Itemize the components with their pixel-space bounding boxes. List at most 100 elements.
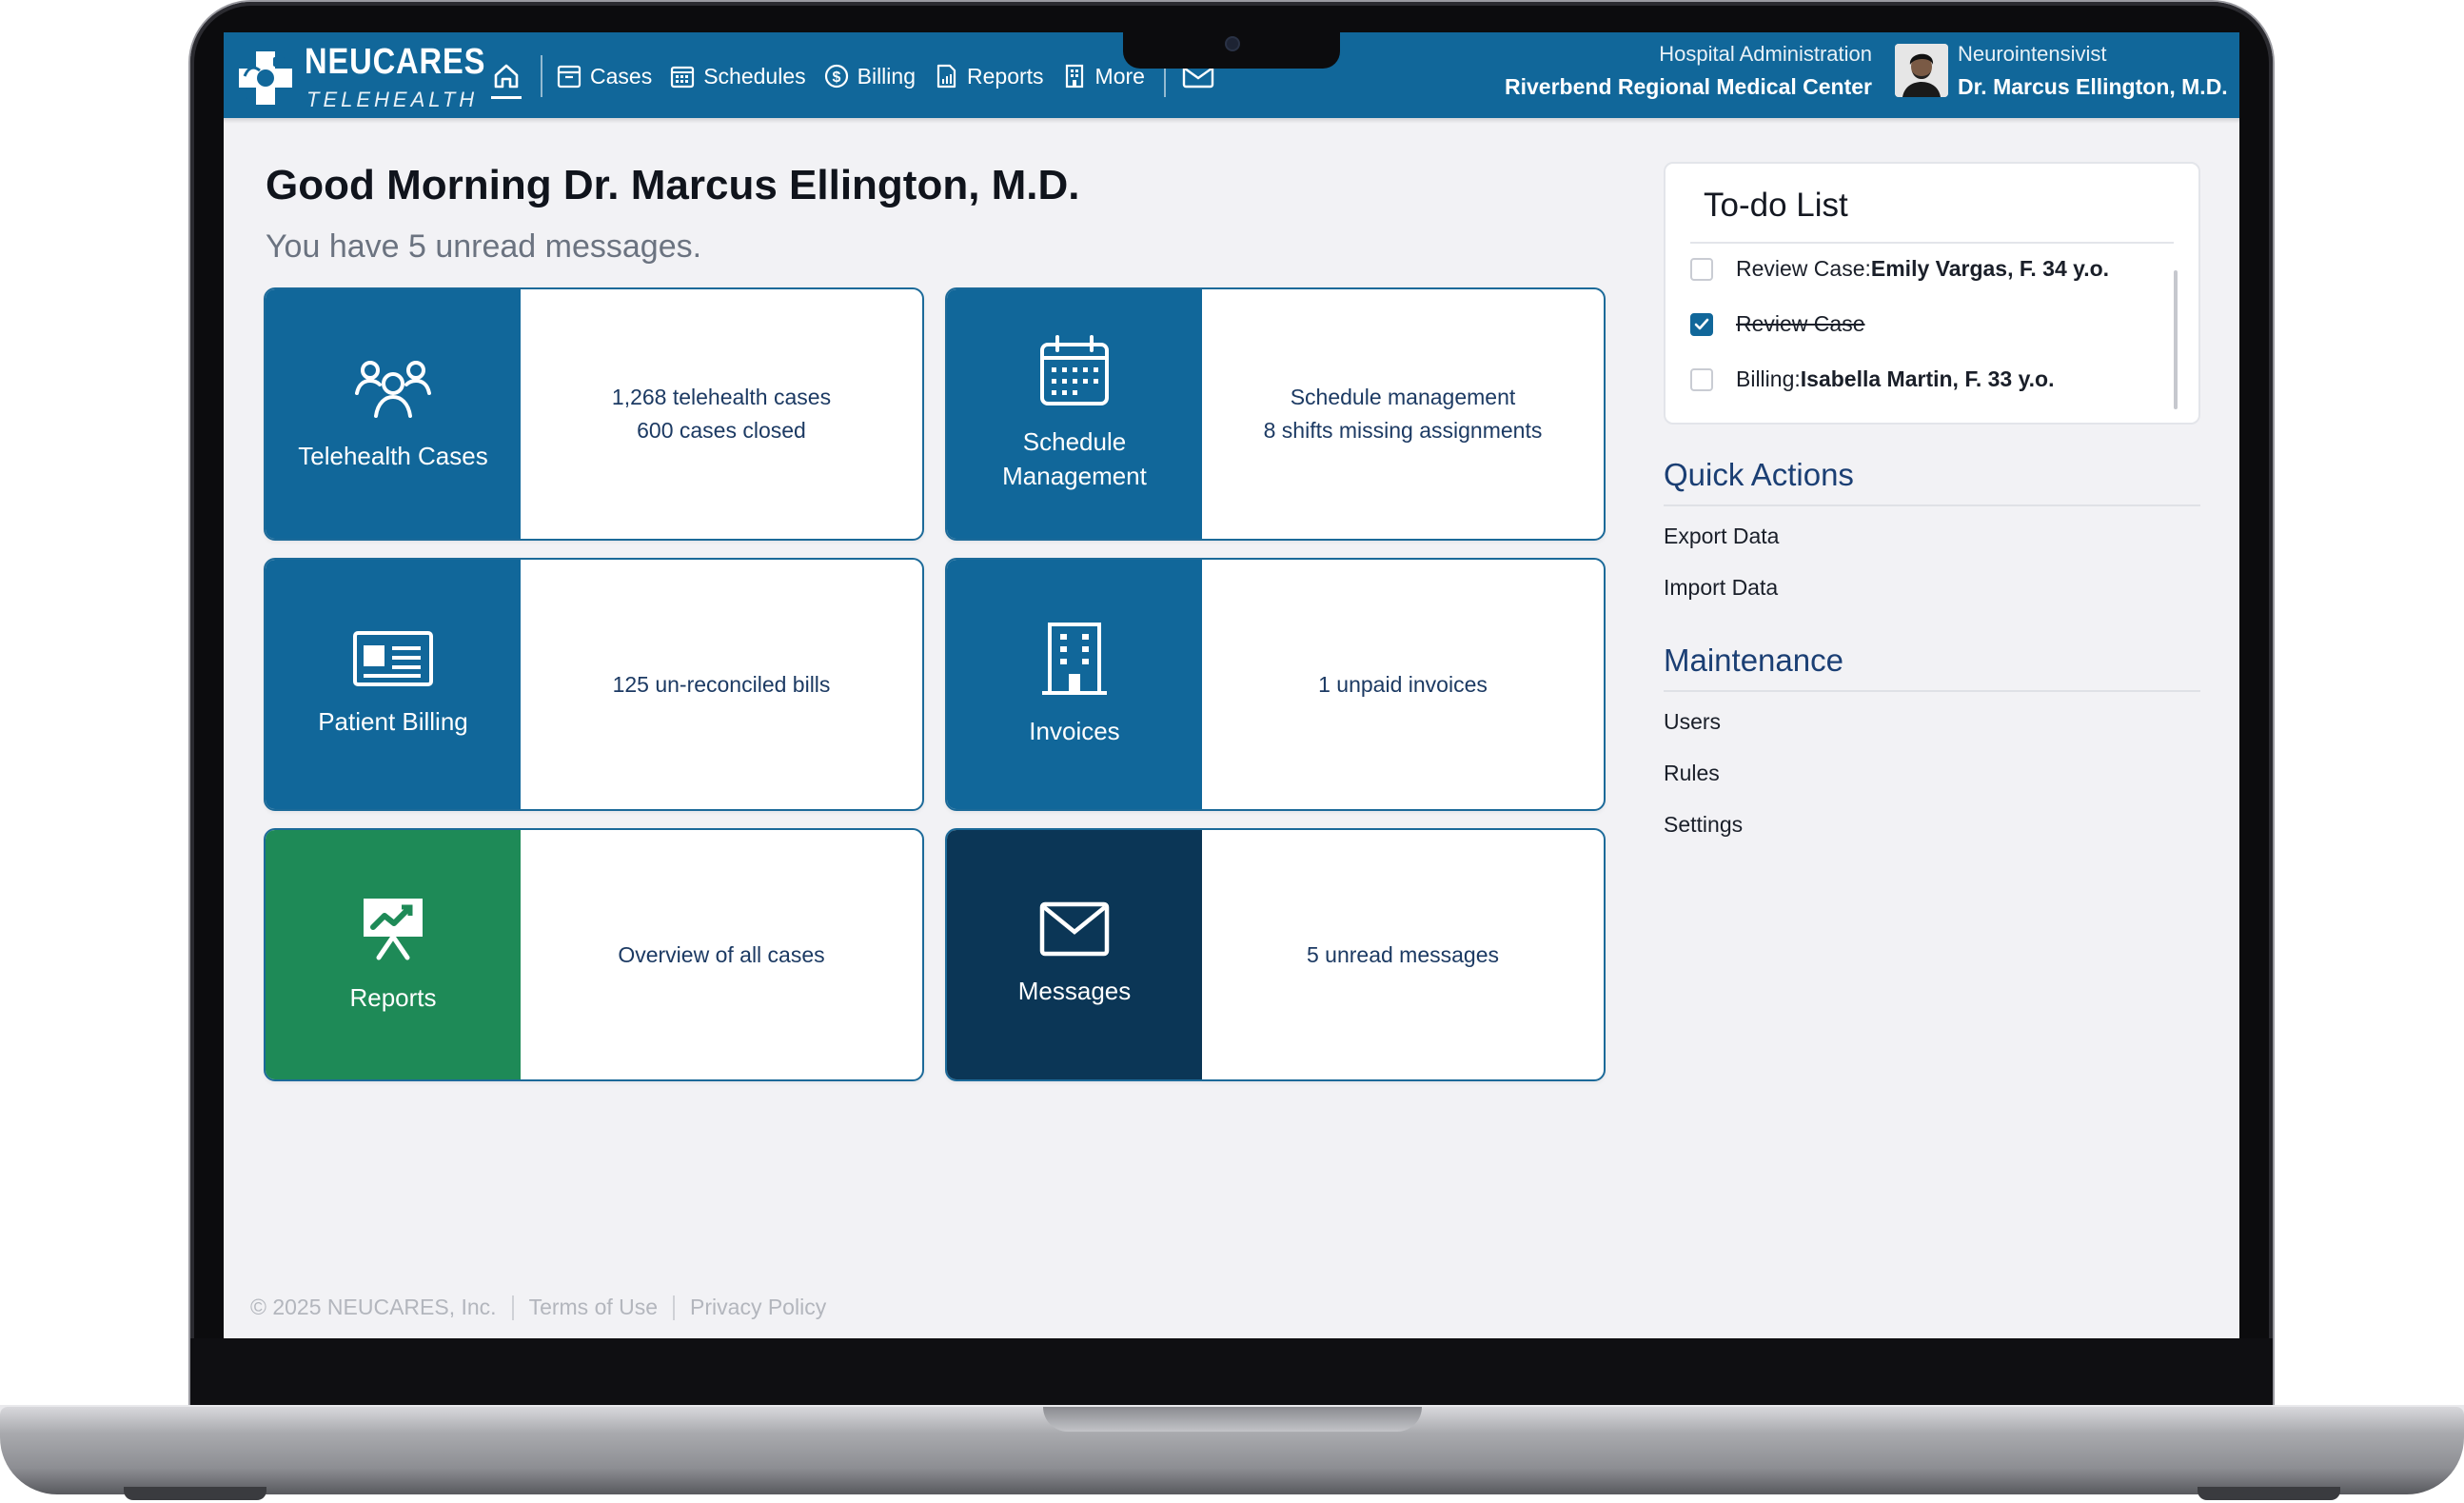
todo-title: To-do List [1704,187,1848,224]
nav-divider [541,55,542,97]
laptop-foot [124,1487,266,1500]
laptop-groove [1043,1407,1422,1432]
card-title: Messages [1017,977,1132,1005]
todo-item[interactable]: Review Case: Emily Vargas, F. 34 y.o. [1690,256,2109,282]
user-name: Dr. Marcus Ellington, M.D. [1958,74,2228,99]
todo-panel: To-do List Review Case: Emily Vargas, F.… [1664,162,2200,425]
nav-billing-label: Billing [857,63,916,89]
card-title: Schedule Management [1002,425,1147,493]
card-body: Schedule management 8 shifts missing ass… [1202,289,1604,539]
laptop-foot [2198,1487,2340,1500]
todo-checkbox[interactable] [1690,257,1713,281]
privacy-link[interactable]: Privacy Policy [690,1295,826,1320]
card-header: Patient Billing [266,560,521,809]
card-title: Patient Billing [318,707,468,736]
envelope-icon [1039,901,1110,957]
footer-divider [511,1295,514,1320]
building-icon [1042,623,1107,695]
copyright: © 2025 NEUCARES, Inc. [250,1295,497,1319]
import-data-link[interactable]: Import Data [1664,575,1778,601]
brand-logo[interactable]: NEUCARES TELEHEALTH [235,40,484,111]
card-body: 125 un-reconciled bills [521,560,922,809]
card-title: Reports [349,983,437,1012]
report-icon [936,64,956,89]
rules-link[interactable]: Rules [1664,761,1720,786]
card-stat: 8 shifts missing assignments [1263,418,1543,443]
app-screen: NEUCARES TELEHEALTH Cases Schedules $ Bi… [224,32,2239,1338]
card-stat: 1 unpaid invoices [1318,671,1488,697]
top-bar-shadow [224,118,2239,124]
page-title: Good Morning Dr. Marcus Ellington, M.D. [266,162,1080,208]
nav-reports[interactable]: Reports [933,63,1044,89]
terms-link[interactable]: Terms of Use [529,1295,658,1320]
card-body: 1 unpaid invoices [1202,560,1604,809]
camera-icon [1227,38,1238,49]
divider [1690,242,2174,244]
footer-divider [673,1295,676,1320]
divider [1664,690,2200,692]
export-data-link[interactable]: Export Data [1664,524,1779,549]
dollar-icon: $ [824,64,848,89]
card-body: 5 unread messages [1202,830,1604,1079]
calendar-icon [671,66,695,89]
brand-name: NEUCARES [305,42,486,82]
organization-info: Hospital Administration Riverbend Region… [1505,42,1872,100]
todo-item[interactable]: Review Case [1690,311,1865,337]
card-reports[interactable]: Reports Overview of all cases [264,828,924,1081]
nav-billing[interactable]: $ Billing [823,63,916,89]
card-invoices[interactable]: Invoices 1 unpaid invoices [945,558,1606,811]
organization-name: Riverbend Regional Medical Center [1505,74,1872,99]
nav-schedules-label: Schedules [703,63,806,89]
card-title-line: Management [1002,462,1147,490]
card-stat: Schedule management [1290,385,1516,409]
todo-item-prefix: Review Case: [1736,256,1871,281]
card-header: Schedule Management [947,289,1202,539]
laptop-chin [190,1338,2273,1411]
card-stat: Overview of all cases [618,941,825,967]
maintenance-title: Maintenance [1664,643,1843,678]
logo-cross-icon [239,51,292,105]
card-stat: 1,268 telehealth cases [611,385,832,409]
user-role: Neurointensivist [1958,42,2107,66]
presentation-chart-icon [364,899,423,960]
svg-text:$: $ [832,69,840,86]
nav-reports-label: Reports [967,63,1044,89]
card-title-line: Schedule [1022,427,1127,456]
avatar[interactable] [1895,44,1948,97]
building-icon [1065,64,1083,89]
nav-cases[interactable]: Cases [556,63,652,89]
user-photo-icon [1895,44,1948,97]
users-link[interactable]: Users [1664,709,1721,735]
card-messages[interactable]: Messages 5 unread messages [945,828,1606,1081]
brand-subtitle: TELEHEALTH [306,88,479,111]
divider [1664,504,2200,506]
card-schedule-management[interactable]: Schedule Management Schedule management 8… [945,287,1606,541]
card-patient-billing[interactable]: Patient Billing 125 un-reconciled bills [264,558,924,811]
todo-item-prefix: Billing: [1736,366,1801,391]
calendar-icon [1040,335,1109,405]
settings-link[interactable]: Settings [1664,812,1743,838]
todo-item-patient: Emily Vargas, F. 34 y.o. [1870,256,2110,281]
card-stat: 125 un-reconciled bills [612,671,831,697]
user-info[interactable]: Neurointensivist Dr. Marcus Ellington, M… [1958,42,2228,100]
nav-schedules[interactable]: Schedules [669,63,806,89]
checkmark-icon [1694,318,1709,329]
card-stat: 600 cases closed [637,418,806,443]
card-body: 1,268 telehealth cases 600 cases closed [521,289,922,539]
todo-checkbox-checked[interactable] [1690,312,1713,336]
todo-item[interactable]: Billing: Isabella Martin, F. 33 y.o. [1690,366,2055,392]
home-icon [494,64,519,89]
card-title: Invoices [1029,717,1120,745]
card-header: Telehealth Cases [266,289,521,539]
cases-icon [557,65,582,89]
card-header: Messages [947,830,1202,1079]
card-title: Telehealth Cases [298,442,488,470]
card-telehealth-cases[interactable]: Telehealth Cases 1,268 telehealth cases … [264,287,924,541]
nav-cases-label: Cases [590,63,653,89]
main-nav: Cases Schedules $ Billing Reports More [485,53,1219,99]
card-header: Invoices [947,560,1202,809]
todo-checkbox[interactable] [1690,367,1713,391]
footer: © 2025 NEUCARES, Inc. Terms of Use Priva… [250,1295,826,1320]
scrollbar[interactable] [2174,270,2178,409]
home-button[interactable] [485,53,527,99]
